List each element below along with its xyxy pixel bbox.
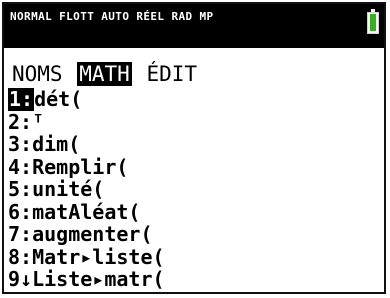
menu-item-number: 2:	[8, 109, 33, 134]
mode-indicators: NORMAL FLOTT AUTO RÉEL RAD MP	[10, 10, 221, 23]
tab-edit[interactable]: ÉDIT	[144, 62, 199, 86]
menu-item-augmenter[interactable]: 7:augmenter(	[8, 223, 165, 246]
menu-item-mataleat[interactable]: 6:matAléat(	[8, 199, 165, 224]
menu-item-det[interactable]: 1:dét(	[8, 88, 165, 111]
calculator-screen: NORMAL FLOTT AUTO RÉEL RAD MP NOMS MATH ÉDIT …	[2, 2, 386, 294]
menu-item-number: 3:	[8, 132, 33, 156]
menu-item-label: unité(	[32, 177, 105, 201]
mode-auto: AUTO	[101, 10, 130, 23]
menu-item-matr-liste[interactable]: 8:Matr▸liste(	[8, 244, 165, 269]
menu-item-label: ᵀ	[32, 109, 45, 134]
menu-item-liste-matr[interactable]: 9↓Liste▸matr(	[8, 268, 165, 291]
menu-item-label: Remplir(	[32, 154, 129, 179]
menu-tabs: NOMS MATH ÉDIT	[10, 62, 199, 86]
menu-item-label: Matr▸liste(	[32, 244, 165, 269]
menu-item-transpose[interactable]: 2:ᵀ	[8, 109, 165, 134]
menu-item-unite[interactable]: 5:unité(	[8, 178, 165, 201]
battery-icon	[367, 9, 379, 34]
menu-item-label: matAléat(	[32, 199, 141, 224]
menu-item-number: 4:	[8, 154, 33, 179]
menu-item-number: 6:	[8, 199, 33, 224]
mode-mp: MP	[199, 10, 214, 23]
menu-item-label: Liste▸matr(	[32, 267, 165, 291]
menu-item-number: 8:	[8, 244, 33, 269]
tab-noms[interactable]: NOMS	[10, 62, 65, 86]
menu-item-number: 9↓	[8, 267, 33, 291]
mode-rad: RAD	[171, 10, 193, 23]
mode-flott: FLOTT	[59, 10, 95, 23]
menu-list: 1:dét( 2:ᵀ 3:dim( 4:Remplir( 5:unité( 6:…	[8, 88, 165, 291]
tab-math[interactable]: MATH	[77, 62, 132, 86]
menu-item-label: dét(	[34, 87, 83, 111]
menu-item-number: 5:	[8, 177, 33, 201]
menu-item-number: 7:	[8, 222, 33, 246]
menu-item-label: augmenter(	[32, 222, 153, 246]
battery-level-fill	[370, 14, 376, 31]
menu-item-dim[interactable]: 3:dim(	[8, 133, 165, 156]
status-bar: NORMAL FLOTT AUTO RÉEL RAD MP	[4, 4, 384, 48]
menu-item-label: dim(	[32, 132, 81, 156]
mode-reel: RÉEL	[136, 10, 165, 23]
menu-item-number: 1:	[8, 87, 35, 111]
mode-normal: NORMAL	[10, 10, 53, 23]
menu-item-remplir[interactable]: 4:Remplir(	[8, 154, 165, 179]
